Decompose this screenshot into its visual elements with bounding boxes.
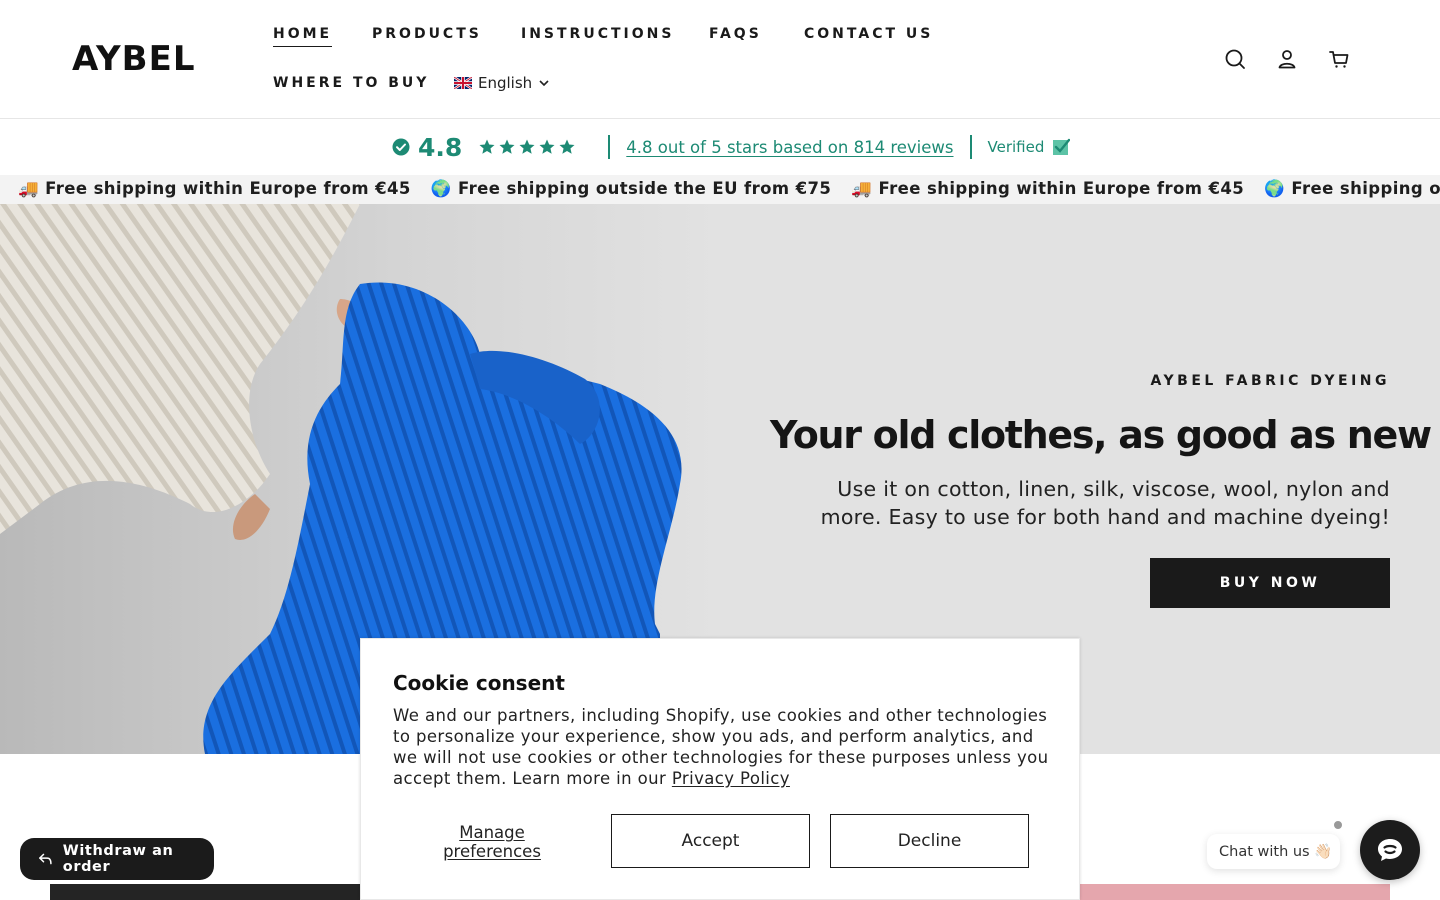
star-rating [478,138,576,156]
withdraw-label: Withdraw an order [62,843,174,875]
site-header: AYBEL HOME PRODUCTS INSTRUCTIONS FAQS CO… [0,0,1440,119]
language-selector[interactable]: English [454,73,550,93]
return-arrow-icon [39,853,52,865]
announcement-bar: 🚚 Free shipping within Europe from €45 🌍… [0,175,1440,204]
chevron-down-icon [539,80,549,87]
cookie-title: Cookie consent [393,671,565,695]
verified-badge-icon [1053,138,1071,155]
announcement-item: 🚚 Free shipping within Europe from €45 [851,179,1245,198]
cookie-consent-dialog: Cookie consent We and our partners, incl… [360,638,1080,900]
divider [608,135,611,159]
nav-instructions[interactable]: INSTRUCTIONS [521,25,674,43]
star-icon [499,139,515,154]
announcement-item: 🚚 Free shipping within Europe from €45 [18,179,411,198]
nav-products[interactable]: PRODUCTS [372,25,482,43]
hero-content: AYBEL FABRIC DYEING Your old clothes, as… [770,372,1432,531]
divider [969,135,972,159]
rating-bar: 4.8 4.8 out of 5 stars based on 814 revi… [0,120,1440,174]
brand-logo[interactable]: AYBEL [72,40,196,78]
hero-title: Your old clothes, as good as new [770,413,1432,457]
account-icon[interactable] [1275,47,1299,71]
uk-flag-icon [454,77,472,89]
close-icon[interactable] [1332,819,1344,831]
nav-contact-us[interactable]: CONTACT US [804,25,933,43]
language-label: English [478,74,533,92]
chat-prompt-bubble[interactable]: Chat with us 👋🏻 [1207,834,1340,869]
product-card-image[interactable] [50,884,360,900]
hero-subtitle: Use it on cotton, linen, silk, viscose, … [820,477,1390,529]
accept-button[interactable]: Accept [611,814,810,868]
star-icon [539,139,555,154]
rating-score: 4.8 [418,132,463,162]
verified-label: Verified [987,138,1045,156]
privacy-policy-link[interactable]: Privacy Policy [672,769,790,788]
chat-icon [1378,839,1402,861]
decline-button[interactable]: Decline [830,814,1029,868]
check-circle-icon [392,138,410,156]
cookie-text: We and our partners, including Shopify, … [393,705,1053,789]
cart-icon[interactable] [1327,47,1351,71]
reviews-link[interactable]: 4.8 out of 5 stars based on 814 reviews [626,138,953,157]
buy-now-button[interactable]: BUY NOW [1150,558,1390,608]
chat-launcher-button[interactable] [1360,820,1420,880]
announcement-item: 🌍 Free shipping outside the EU from €75 [430,179,832,198]
nav-home[interactable]: HOME [273,25,333,47]
product-card-image[interactable] [1080,884,1390,900]
star-icon [559,139,575,154]
manage-preferences-link[interactable]: Manage preferences [409,823,575,861]
announcement-item: 🌍 Free shipping outside the EU from €75 [1264,179,1440,198]
star-icon [479,139,495,154]
nav-where-to-buy[interactable]: WHERE TO BUY [273,74,429,92]
hero-kicker: AYBEL FABRIC DYEING [1150,373,1390,389]
star-icon [519,139,535,154]
withdraw-order-button[interactable]: Withdraw an order [20,838,214,880]
nav-faqs[interactable]: FAQS [709,25,762,43]
search-icon[interactable] [1223,47,1247,71]
